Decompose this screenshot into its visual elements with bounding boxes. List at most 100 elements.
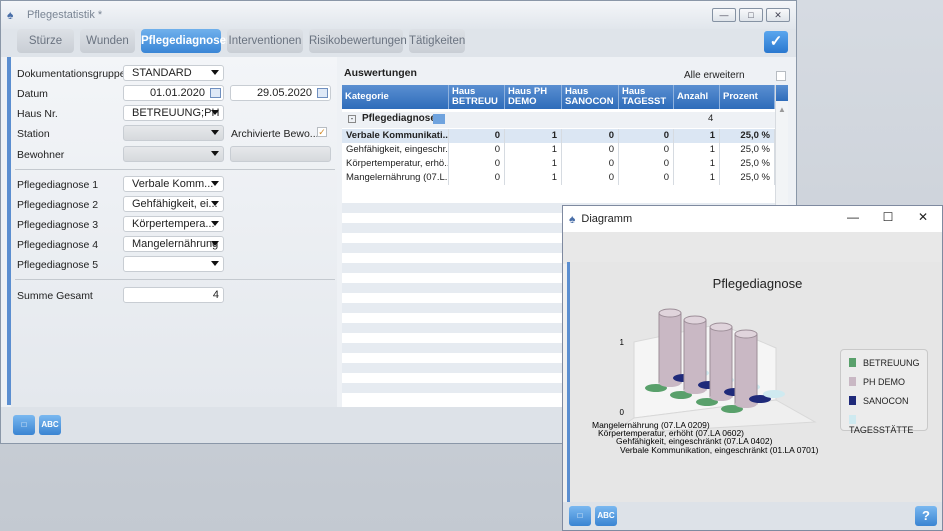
legend-swatch — [849, 358, 856, 367]
legend-item: PH DEMO — [849, 377, 905, 387]
dialog-title-bar: ♠ Diagramm — ☐ ✕ — [563, 206, 942, 232]
archiv-label: Archivierte Bewo... — [231, 128, 319, 140]
abc-button[interactable]: ABC — [595, 506, 617, 526]
pd2-select[interactable]: Gehfähigkeit, ei... — [123, 196, 224, 212]
table-cell: 25,0 % — [720, 129, 775, 143]
filter-form: Dokumentationsgruppe STANDARD Datum 01.0… — [11, 57, 337, 407]
collapse-icon[interactable]: - — [348, 115, 356, 123]
dokgruppe-value: STANDARD — [132, 67, 192, 79]
tab-stuerze[interactable]: Stürze — [17, 29, 74, 53]
dialog-footer: □ ABC ? — [563, 502, 942, 530]
table-cell: 0 — [562, 129, 619, 143]
table-cell: 1 — [674, 157, 720, 171]
minimize-button[interactable]: — — [712, 8, 736, 22]
chevron-down-icon — [211, 70, 219, 75]
archiv-checkbox[interactable]: ✓ — [317, 127, 327, 137]
pd5-select[interactable] — [123, 256, 224, 272]
table-cell: 1 — [674, 129, 720, 143]
maximize-button[interactable]: ☐ — [870, 210, 906, 224]
tab-wunden[interactable]: Wunden — [80, 29, 135, 53]
layout-button[interactable]: □ — [13, 415, 35, 435]
bewohner-select[interactable] — [123, 146, 224, 162]
dokgruppe-label: Dokumentationsgruppe — [17, 68, 126, 80]
haus-select[interactable]: BETREUUNG;PH D — [123, 105, 224, 121]
col-header-tagesst[interactable]: Haus TAGESST — [619, 85, 674, 109]
datum-label: Datum — [17, 88, 48, 100]
close-button[interactable]: ✕ — [905, 210, 941, 224]
table-cell: 0 — [562, 143, 619, 157]
col-header-anzahl[interactable]: Anzahl — [674, 85, 720, 109]
chevron-down-icon — [211, 241, 219, 246]
dokgruppe-select[interactable]: STANDARD — [123, 65, 224, 81]
table-cell: 0 — [449, 143, 505, 157]
tab-interventionen[interactable]: Interventionen — [227, 29, 303, 53]
col-header-phdemo[interactable]: Haus PH DEMO — [505, 85, 562, 109]
confirm-check-button[interactable]: ✓ — [764, 31, 788, 53]
legend-item: SANOCON — [849, 396, 909, 406]
bewohner-label: Bewohner — [17, 149, 65, 161]
y-tick-label: 1 — [620, 338, 625, 347]
table-row[interactable]: Gehfähigkeit, eingeschr... 0 1 0 0 1 25,0 % — [342, 143, 775, 157]
bewohner-search-field[interactable] — [230, 146, 331, 162]
help-button[interactable]: ? — [915, 506, 937, 526]
bar-3-3 — [763, 390, 785, 398]
legend-swatch — [849, 415, 856, 424]
diagramm-dialog: ♠ Diagramm — ☐ ✕ Pflegediagnose 01 Mange… — [562, 205, 943, 531]
tab-taetigkeiten[interactable]: Tätigkeiten — [409, 29, 465, 53]
abc-button[interactable]: ABC — [39, 415, 61, 435]
calendar-icon[interactable] — [317, 88, 328, 98]
table-cell: Körpertemperatur, erhö... — [342, 157, 449, 171]
col-header-sublabel: TAGESST — [622, 96, 667, 107]
expand-all-checkbox[interactable] — [776, 71, 786, 81]
group-label: Pflegediagnose — [362, 113, 436, 124]
close-button[interactable]: ✕ — [766, 8, 790, 22]
date-from-field[interactable]: 01.01.2020 — [123, 85, 224, 101]
table-cell: 0 — [449, 157, 505, 171]
col-header-label: Anzahl — [677, 91, 709, 102]
pd4-select[interactable]: Mangelernährung — [123, 236, 224, 252]
tab-pflegediagnosen[interactable]: Pflegediagnosen — [141, 29, 233, 53]
group-row[interactable]: - Pflegediagnose 4 — [342, 112, 775, 128]
pd1-select[interactable]: Verbale Komm... — [123, 176, 224, 192]
table-row[interactable]: Körpertemperatur, erhö... 0 1 0 0 1 25,0 % — [342, 157, 775, 171]
pd4-value: Mangelernährung — [132, 238, 219, 250]
col-header-prozent[interactable]: Prozent — [720, 85, 775, 109]
pd4-label: Pflegediagnose 4 — [17, 239, 99, 251]
minimize-button[interactable]: — — [835, 210, 871, 224]
col-header-kategorie[interactable]: Kategorie — [342, 85, 449, 109]
chart-icon[interactable] — [433, 114, 445, 124]
col-header-sanocon[interactable]: Haus SANOCON — [562, 85, 619, 109]
calendar-icon[interactable] — [210, 88, 221, 98]
maximize-button[interactable]: □ — [739, 8, 763, 22]
col-header-sublabel: DEMO — [508, 96, 537, 107]
legend-label: BETREUUNG — [863, 358, 920, 368]
col-header-betreuung[interactable]: Haus BETREUU — [449, 85, 505, 109]
pd3-label: Pflegediagnose 3 — [17, 219, 99, 231]
date-to-field[interactable]: 29.05.2020 — [230, 85, 331, 101]
window-title: Pflegestatistik * — [27, 9, 103, 21]
pd3-select[interactable]: Körpertempera... — [123, 216, 224, 232]
table-cell: 25,0 % — [720, 157, 775, 171]
legend-label: TAGESSTÄTTE — [849, 425, 914, 435]
chevron-down-icon — [211, 221, 219, 226]
date-to-value: 29.05.2020 — [256, 87, 312, 99]
table-row[interactable]: Mangelernährung (07.L... 0 1 0 0 1 25,0 % — [342, 171, 775, 185]
table-cell: 25,0 % — [720, 171, 775, 185]
app-icon: ♠ — [569, 212, 576, 226]
table-cell: 0 — [619, 143, 674, 157]
station-select[interactable] — [123, 125, 224, 141]
chevron-down-icon — [211, 130, 219, 135]
layout-button[interactable]: □ — [569, 506, 591, 526]
app-icon: ♠ — [7, 8, 14, 22]
table-row[interactable]: Verbale Kommunikati... 0 1 0 0 1 25,0 % — [342, 129, 775, 143]
chevron-down-icon — [211, 261, 219, 266]
summe-label: Summe Gesamt — [17, 290, 93, 302]
table-cell: 1 — [505, 171, 562, 185]
legend-item: BETREUUNG — [849, 358, 920, 368]
scroll-up-icon[interactable]: ▲ — [776, 105, 788, 114]
table-cell: 0 — [449, 171, 505, 185]
table-cell: Gehfähigkeit, eingeschr... — [342, 143, 449, 157]
legend-swatch — [849, 396, 856, 405]
date-from-value: 01.01.2020 — [149, 87, 205, 99]
tab-risikobewertungen[interactable]: Risikobewertungen — [309, 29, 407, 53]
